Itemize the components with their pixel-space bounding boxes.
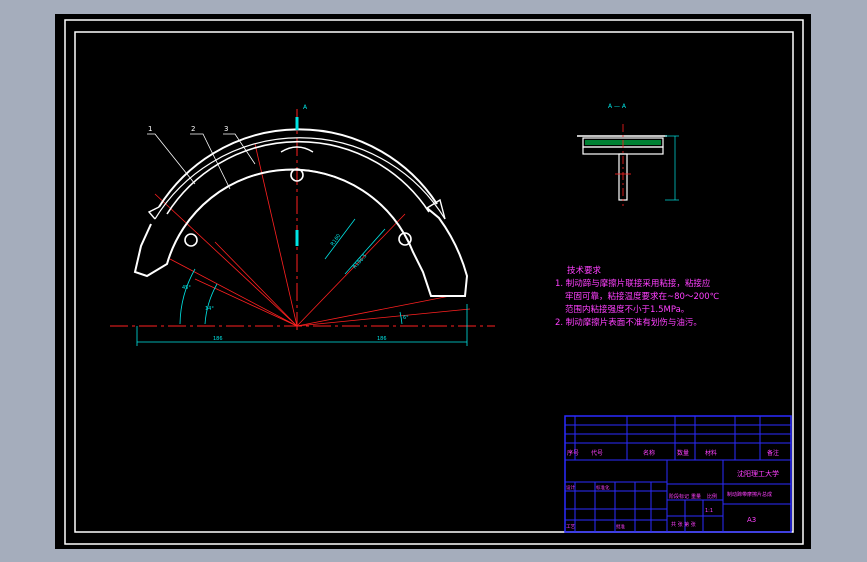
part-label-3: 3 <box>224 125 228 133</box>
tb-col-note: 备注 <box>767 449 779 457</box>
cad-drawing: 1 2 3 A 186 186 R160 R186.5 45° 14° 6° A… <box>64 19 804 545</box>
dim-radius-outer: R186.5 <box>352 253 368 270</box>
rivet-hole-left <box>184 233 198 247</box>
notes-line-1: 1. 制动蹄与摩擦片联接采用粘接，粘接应 <box>555 278 711 289</box>
tb-col-code: 代号 <box>591 449 603 457</box>
section-title: A — A <box>608 103 627 110</box>
tb-col-material: 材料 <box>705 449 717 457</box>
technical-notes: 技术要求 1. 制动蹄与摩擦片联接采用粘接，粘接应 牢固可靠，粘接温度要求在~8… <box>555 265 720 328</box>
tb-standard: 标准化 <box>596 484 610 491</box>
dim-left-horizontal: 186 <box>213 336 223 342</box>
title-block-text: 序号 代号 名称 数量 材料 备注 沈阳理工大学 制动蹄带摩擦片总成 阶段标记 … <box>566 449 779 530</box>
tb-university: 沈阳理工大学 <box>737 469 779 478</box>
tb-sheets: 共 张 第 张 <box>671 521 696 528</box>
tb-sheet-size: A3 <box>747 516 756 524</box>
view-marker-top: A <box>303 104 308 111</box>
tb-process: 工艺 <box>566 524 575 530</box>
notes-line-3: 范围内粘接强度不小于1.5MPa。 <box>565 304 689 315</box>
tb-weight: 重量 <box>691 493 701 500</box>
tb-col-name: 名称 <box>643 449 655 457</box>
cad-viewport[interactable]: 1 2 3 A 186 186 R160 R186.5 45° 14° 6° A… <box>55 14 811 549</box>
tb-approve: 批准 <box>616 523 625 530</box>
tb-col-seq: 序号 <box>567 449 579 457</box>
dim-angle-b: 14° <box>205 306 214 312</box>
tb-mark: 阶段标记 <box>669 493 689 500</box>
tb-drawing-name: 制动蹄带摩擦片总成 <box>727 491 772 498</box>
dim-right-horizontal: 186 <box>377 336 387 342</box>
notes-line-2: 牢固可靠，粘接温度要求在~80～200℃ <box>565 291 720 302</box>
part-label-2: 2 <box>191 125 195 133</box>
section-view <box>577 124 679 206</box>
dim-angle-a: 45° <box>182 285 191 291</box>
notes-line-4: 2. 制动摩擦片表面不准有划伤与油污。 <box>555 317 702 328</box>
part-label-1: 1 <box>148 125 152 133</box>
dim-angle-c: 6° <box>403 315 409 321</box>
tb-col-qty: 数量 <box>677 449 689 457</box>
shoe-end-step <box>147 206 160 220</box>
shoe-web-inner <box>166 168 414 265</box>
shoe-web-outer <box>133 168 469 297</box>
tb-designer: 设计 <box>566 484 575 491</box>
dim-radius-inner: R160 <box>330 233 342 247</box>
dimension-lines <box>136 218 468 346</box>
tb-scale: 1:1 <box>705 508 713 514</box>
notes-heading: 技术要求 <box>567 265 602 276</box>
brake-shoe-view <box>110 109 495 334</box>
tb-ratio: 比例 <box>707 493 717 500</box>
